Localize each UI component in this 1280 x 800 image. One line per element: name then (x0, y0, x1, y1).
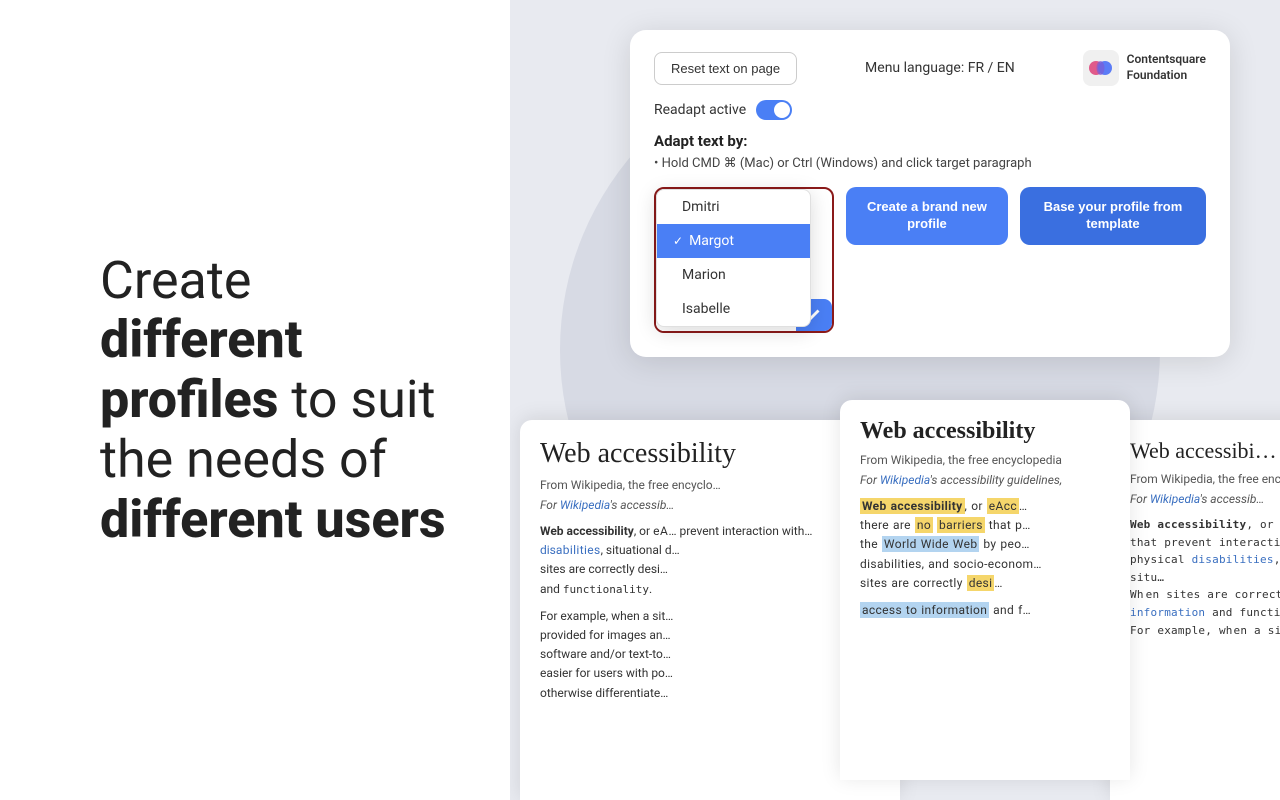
dropdown-item-marion[interactable]: Marion (657, 258, 810, 292)
wiki-title-normal: Web accessibility (540, 438, 880, 470)
profile-dropdown-wrapper: Dmitri ✓ Margot Marion Isabelle (654, 187, 834, 333)
dropdown-item-margot[interactable]: ✓ Margot (657, 224, 810, 258)
wiki-body-highlighted: Web accessibility, or eAcc… there are no… (860, 497, 1110, 620)
adapt-text-section: Adapt text by: Hold CMD ⌘ (Mac) or Ctrl … (654, 132, 1206, 171)
screenshot-right: Web accessibi… From Wikipedia, the free … (1110, 420, 1280, 800)
left-panel: Create different profiles to suit the ne… (0, 0, 510, 800)
wiki-from-highlighted: From Wikipedia, the free encyclopedia (860, 453, 1110, 467)
screenshot-right-content: Web accessibi… From Wikipedia, the free … (1110, 420, 1280, 800)
profile-section: Dmitri ✓ Margot Marion Isabelle (654, 187, 1206, 333)
wiki-italic-normal: For Wikipedia's accessib… (540, 498, 880, 512)
dropdown-item-isabelle[interactable]: Isabelle (657, 292, 810, 326)
profile-dropdown-menu[interactable]: Dmitri ✓ Margot Marion Isabelle (656, 189, 811, 327)
tool-panel-header: Reset text on page Menu language: FR / E… (654, 50, 1206, 86)
menu-language-label: Menu language: FR / EN (865, 60, 1015, 76)
readapt-label: Readapt active (654, 102, 746, 118)
wiki-italic-right: For Wikipedia's accessib… (1130, 492, 1280, 506)
reset-text-button[interactable]: Reset text on page (654, 52, 797, 85)
wiki-link-right[interactable]: Wikipedia (1150, 492, 1200, 506)
screenshot-highlighted-content: Web accessibility From Wikipedia, the fr… (840, 400, 1130, 780)
tool-panel: Reset text on page Menu language: FR / E… (630, 30, 1230, 357)
wiki-from-normal: From Wikipedia, the free encyclo… (540, 478, 880, 492)
contentsquare-logo-icon (1083, 50, 1119, 86)
headline-bold1: different profiles (100, 309, 302, 430)
readapt-toggle[interactable] (756, 100, 792, 120)
logo-text: Contentsquare Foundation (1127, 52, 1206, 83)
readapt-row: Readapt active (654, 100, 1206, 120)
adapt-text-hint: Hold CMD ⌘ (Mac) or Ctrl (Windows) and c… (654, 156, 1206, 171)
wiki-link-normal[interactable]: Wikipedia (560, 498, 610, 512)
right-panel: Reset text on page Menu language: FR / E… (510, 0, 1280, 800)
adapt-text-title: Adapt text by: (654, 132, 1206, 150)
screenshot-highlighted: Web accessibility From Wikipedia, the fr… (840, 400, 1130, 780)
wiki-body-normal: Web accessibility, or eA… prevent intera… (540, 522, 880, 703)
wiki-title-highlighted: Web accessibility (860, 418, 1110, 445)
base-from-template-button[interactable]: Base your profile from template (1020, 187, 1206, 245)
wiki-italic-highlighted: For Wikipedia's accessibility guidelines… (860, 473, 1110, 487)
wiki-from-right: From Wikipedia, the free encyc… (1130, 472, 1280, 486)
create-new-profile-button[interactable]: Create a brand new profile (846, 187, 1008, 245)
headline: Create different profiles to suit the ne… (100, 251, 450, 550)
headline-bold2: different users (100, 489, 446, 550)
dropdown-item-dmitri[interactable]: Dmitri (657, 190, 810, 224)
screenshots-row: Web accessibility From Wikipedia, the fr… (510, 420, 1280, 800)
wiki-link-highlighted[interactable]: Wikipedia (880, 473, 930, 487)
logo-area: Contentsquare Foundation (1083, 50, 1206, 86)
wiki-disabilities-link[interactable]: disabilities (540, 543, 601, 557)
wiki-title-right: Web accessibi… (1130, 438, 1280, 464)
toggle-thumb (774, 102, 790, 118)
wiki-body-right: Web accessibility, or e… that prevent in… (1130, 516, 1280, 639)
